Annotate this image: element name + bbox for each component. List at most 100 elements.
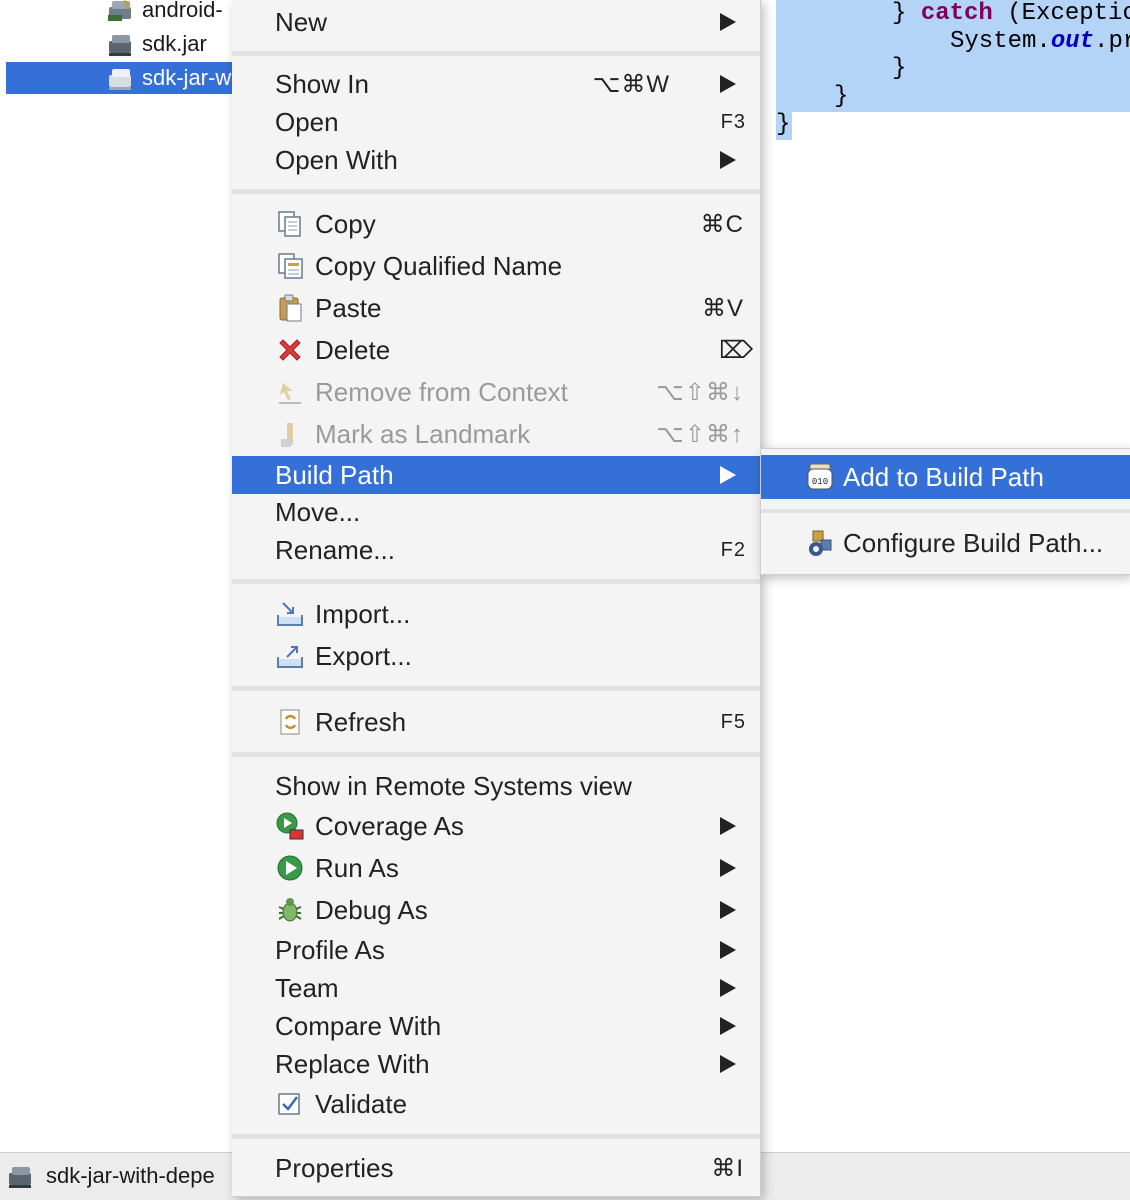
submenu-arrow-icon: [720, 817, 736, 835]
menu-item-build-path[interactable]: Build Path: [232, 456, 760, 494]
submenu-arrow-icon: [720, 13, 736, 31]
menu-item-label: Delete: [315, 334, 391, 365]
menu-item-label: Mark as Landmark: [315, 418, 531, 449]
menu-item-properties[interactable]: Properties ⌘I: [232, 1149, 760, 1187]
menu-separator: [232, 189, 760, 194]
submenu-arrow-icon: [720, 1055, 736, 1073]
jar-file-icon: [109, 69, 131, 90]
submenu-arrow-icon: [720, 901, 736, 919]
menu-separator: [232, 1134, 760, 1139]
menu-shortcut: ⌥⇧⌘↑: [656, 420, 744, 448]
build-path-submenu: 010 Add to Build Path Configure Build Pa…: [760, 448, 1130, 575]
code-line: }: [892, 55, 907, 82]
menu-item-show-in-remote-systems[interactable]: Show in Remote Systems view: [232, 767, 760, 805]
menu-item-compare-with[interactable]: Compare With: [232, 1007, 760, 1045]
menu-item-label: Profile As: [275, 934, 385, 965]
menu-item-label: Replace With: [275, 1048, 430, 1079]
menu-item-copy[interactable]: Copy ⌘C: [232, 205, 760, 243]
tree-item-sdk-jar-with-dependencies[interactable]: sdk-jar-w: [6, 62, 232, 94]
package-explorer: android- sdk.jar sdk-jar-w: [0, 0, 233, 1152]
submenu-arrow-icon: [720, 941, 736, 959]
menu-item-validate[interactable]: Validate: [232, 1085, 760, 1123]
submenu-item-add-to-build-path[interactable]: 010 Add to Build Path: [761, 455, 1130, 499]
menu-shortcut: ⌦: [719, 336, 754, 364]
menu-item-open[interactable]: Open F3: [232, 103, 760, 141]
menu-item-open-with[interactable]: Open With: [232, 141, 760, 179]
menu-separator: [232, 51, 760, 56]
menu-item-label: Compare With: [275, 1010, 442, 1041]
debug-bug-icon: [278, 898, 302, 922]
code-text: .pr: [1094, 28, 1130, 55]
menu-shortcut: ⌘I: [711, 1154, 744, 1182]
menu-item-copy-qualified-name[interactable]: Copy Qualified Name: [232, 247, 760, 285]
menu-item-label: Open: [275, 106, 339, 137]
menu-item-label: Copy: [315, 208, 376, 239]
code-line: } catch (Exceptio: [892, 0, 1130, 28]
menu-item-label: Build Path: [275, 459, 394, 490]
menu-item-move[interactable]: Move...: [232, 493, 760, 531]
menu-shortcut: ⌥⌘W: [592, 70, 670, 98]
menu-item-debug-as[interactable]: Debug As: [232, 891, 760, 929]
coverage-icon: [276, 812, 304, 840]
export-icon: [277, 646, 303, 668]
run-icon: [277, 855, 303, 881]
tree-item-sdk-jar[interactable]: sdk.jar: [106, 28, 232, 60]
code-line: System.out.pr: [950, 28, 1130, 56]
menu-item-team[interactable]: Team: [232, 969, 760, 1007]
menu-item-label: Rename...: [275, 534, 395, 565]
landmark-icon: [281, 423, 293, 447]
tree-item-android-jar[interactable]: android-: [106, 0, 232, 26]
code-brace: }: [892, 0, 921, 27]
code-text: (Exceptio: [992, 0, 1130, 27]
menu-item-run-as[interactable]: Run As: [232, 849, 760, 887]
code-editor[interactable]: } catch (Exceptio System.out.pr } } }: [760, 0, 1130, 460]
code-text: System.: [950, 28, 1051, 55]
menu-item-import[interactable]: Import...: [232, 595, 760, 633]
menu-item-paste[interactable]: Paste ⌘V: [232, 289, 760, 327]
delete-icon: [279, 339, 301, 361]
menu-item-export[interactable]: Export...: [232, 637, 760, 675]
validate-checkbox-icon: [278, 1093, 300, 1115]
submenu-arrow-icon: [720, 979, 736, 997]
menu-item-mark-as-landmark[interactable]: Mark as Landmark ⌥⇧⌘↑: [232, 415, 760, 453]
menu-item-rename[interactable]: Rename... F2: [232, 531, 760, 569]
paste-icon: [279, 294, 302, 322]
status-label: sdk-jar-with-depe: [46, 1163, 215, 1188]
submenu-item-configure-build-path[interactable]: Configure Build Path...: [761, 521, 1130, 565]
menu-item-delete[interactable]: Delete ⌦: [232, 331, 760, 369]
submenu-arrow-icon: [720, 75, 736, 93]
menu-item-remove-from-context[interactable]: Remove from Context ⌥⇧⌘↓: [232, 373, 760, 411]
menu-separator: [232, 579, 760, 584]
menu-item-label: Move...: [275, 496, 361, 527]
tree-item-label: sdk.jar: [142, 31, 207, 56]
submenu-arrow-icon: [720, 1017, 736, 1035]
submenu-item-label: Add to Build Path: [843, 461, 1044, 492]
menu-item-label: Coverage As: [315, 810, 464, 841]
menu-shortcut: ⌘V: [701, 294, 744, 322]
configure-build-path-icon: [809, 530, 832, 556]
context-menu: New Show In ⌥⌘W Open F3 Open With Copy ⌘…: [232, 0, 761, 1197]
menu-item-new[interactable]: New: [232, 3, 760, 41]
copy-qualified-name-icon: [278, 253, 303, 279]
menu-item-label: Debug As: [315, 894, 428, 925]
submenu-arrow-icon: [720, 466, 736, 484]
menu-item-label: Refresh: [315, 706, 407, 737]
menu-shortcut: F5: [720, 710, 746, 733]
menu-item-replace-with[interactable]: Replace With: [232, 1045, 760, 1083]
menu-item-label: Run As: [315, 852, 399, 883]
code-line: }: [776, 111, 791, 138]
menu-item-refresh[interactable]: Refresh F5: [232, 703, 760, 741]
status-selected-resource: sdk-jar-with-depe: [6, 1159, 215, 1193]
code-keyword: catch: [920, 0, 993, 27]
menu-shortcut: F3: [720, 110, 746, 133]
menu-item-coverage-as[interactable]: Coverage As: [232, 807, 760, 845]
refresh-icon: [280, 709, 300, 735]
tree-item-label: android-: [142, 0, 223, 22]
menu-item-show-in[interactable]: Show In ⌥⌘W: [232, 65, 760, 103]
jar-file-icon: [109, 35, 131, 56]
menu-item-profile-as[interactable]: Profile As: [232, 931, 760, 969]
submenu-arrow-icon: [720, 151, 736, 169]
menu-separator: [232, 752, 760, 757]
menu-shortcut: ⌘C: [700, 210, 744, 238]
menu-item-label: Properties: [275, 1152, 394, 1183]
